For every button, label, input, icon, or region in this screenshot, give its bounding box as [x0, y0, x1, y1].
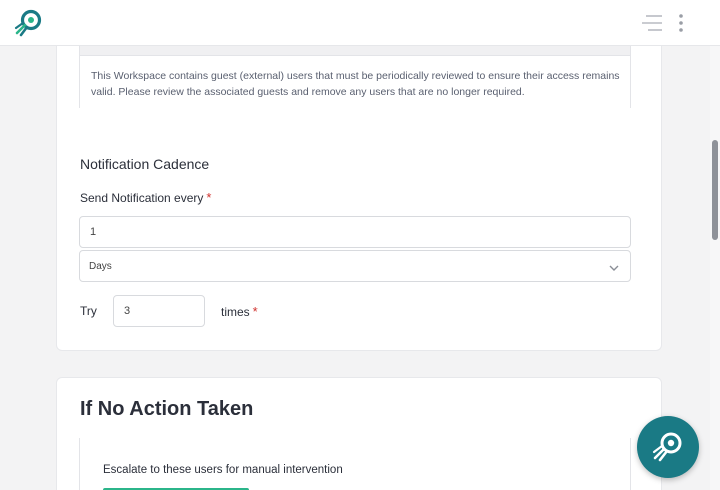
help-launcher-button[interactable] — [637, 416, 699, 478]
menu-icon[interactable] — [638, 12, 664, 34]
scrollbar-thumb[interactable] — [712, 140, 718, 240]
guest-notice-box: This Workspace contains guest (external)… — [79, 46, 631, 108]
times-label-text: times — [221, 305, 250, 319]
interval-unit-value: Days — [89, 261, 112, 272]
rocket-logo-icon — [652, 432, 682, 462]
page-scrollbar[interactable] — [710, 46, 720, 490]
send-notification-label-text: Send Notification every — [80, 191, 204, 205]
required-mark: * — [252, 304, 258, 319]
try-count-input[interactable] — [113, 295, 205, 327]
no-action-title: If No Action Taken — [80, 398, 254, 420]
try-label: Try — [80, 304, 97, 318]
notification-cadence-title: Notification Cadence — [80, 156, 210, 172]
interval-value-input[interactable] — [79, 216, 631, 248]
times-label: times * — [221, 304, 258, 319]
chevron-down-icon — [608, 261, 620, 273]
guest-notice-text: This Workspace contains guest (external)… — [91, 70, 620, 98]
top-bar — [0, 0, 720, 46]
send-notification-label: Send Notification every * — [80, 190, 211, 205]
required-mark: * — [206, 190, 212, 205]
escalate-label: Escalate to these users for manual inter… — [103, 464, 343, 476]
notice-top-band — [80, 46, 630, 56]
rocket-logo-icon[interactable] — [12, 8, 44, 40]
kebab-icon[interactable] — [674, 12, 688, 34]
interval-unit-select[interactable]: Days — [79, 250, 631, 282]
